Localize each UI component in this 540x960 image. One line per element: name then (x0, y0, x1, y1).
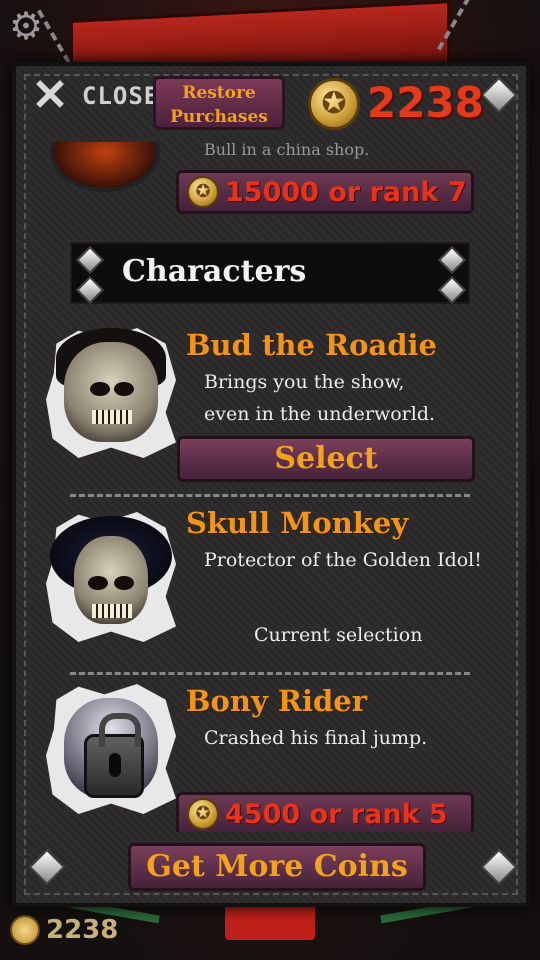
close-button[interactable]: ✕ CLOSE (26, 72, 159, 120)
price-label: 15000 or rank 7 (225, 176, 467, 208)
diamond-stud-icon (76, 276, 104, 304)
padlock-icon (84, 713, 144, 798)
character-name: Skull Monkey (186, 506, 409, 540)
coin-icon (10, 915, 40, 945)
current-selection-label: Current selection (254, 624, 423, 646)
diamond-stud-icon (438, 276, 466, 304)
diamond-stud-icon (30, 850, 64, 884)
character-name: Bony Rider (186, 684, 368, 718)
restore-label-line1: Restore (182, 83, 256, 103)
section-title: Characters (122, 254, 307, 289)
coin-count: 2238 (367, 78, 484, 127)
crossed-axes-icon: ✕ (31, 70, 69, 121)
character-description: Crashed his final jump. (204, 727, 428, 749)
character-description: Protector of the Golden Idol! (204, 549, 482, 571)
restore-label-line2: Purchases (170, 107, 268, 127)
select-button[interactable]: Select (177, 436, 475, 482)
pentagram-coin-icon: ✪ (308, 78, 360, 130)
buy-character-button[interactable]: ✪ 4500 or rank 5 (176, 792, 474, 832)
character-portrait (46, 684, 176, 814)
diamond-stud-icon (482, 850, 516, 884)
diamond-stud-icon (76, 246, 104, 274)
restore-purchases-button[interactable]: Restore Purchases (153, 76, 285, 130)
shop-list[interactable]: Bull in a china shop. ✪ 15000 or rank 7 … (24, 142, 516, 832)
character-portrait (46, 512, 176, 642)
divider (70, 672, 470, 675)
divider (70, 494, 470, 497)
get-more-coins-button[interactable]: Get More Coins (128, 843, 426, 891)
gear-icon[interactable]: ⚙ (6, 6, 46, 46)
pentagram-coin-icon: ✪ (187, 798, 219, 830)
character-description: Brings you the show, even in the underwo… (204, 371, 436, 425)
item-icon (50, 142, 160, 192)
diamond-stud-icon (482, 78, 516, 112)
close-label: CLOSE (82, 82, 160, 110)
item-description: Bull in a china shop. (204, 142, 370, 159)
buy-item-button[interactable]: ✪ 15000 or rank 7 (176, 170, 474, 214)
section-header: Characters (70, 242, 470, 304)
character-portrait (46, 328, 176, 458)
background-coin-count: 2238 (46, 915, 119, 945)
price-label: 4500 or rank 5 (225, 798, 448, 830)
character-name: Bud the Roadie (186, 328, 437, 362)
pentagram-coin-icon: ✪ (187, 176, 219, 208)
diamond-stud-icon (438, 246, 466, 274)
background-coin-counter: 2238 (10, 915, 118, 945)
